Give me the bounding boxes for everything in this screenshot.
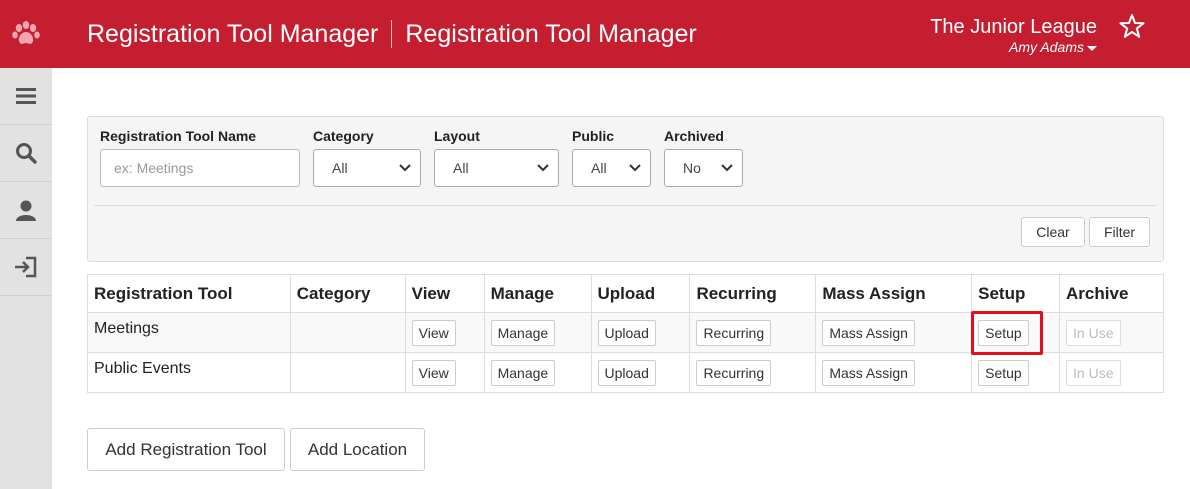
archive-in-use-button: In Use (1066, 359, 1121, 386)
table-row: Public Events View Manage Upload Recurri… (87, 352, 1164, 393)
column-header: Registration Tool (87, 274, 291, 313)
public-filter-label: Public (572, 128, 615, 144)
upload-button[interactable]: Upload (597, 359, 656, 386)
column-header: Setup (971, 274, 1061, 313)
column-header: Category (289, 274, 406, 313)
title-divider (391, 20, 393, 48)
user-menu[interactable]: Amy Adams (930, 39, 1097, 55)
mass-assign-button[interactable]: Mass Assign (822, 319, 915, 346)
category-select[interactable]: All (313, 149, 421, 187)
tool-name-cell: Public Events (87, 352, 291, 393)
column-header: Archive (1059, 274, 1164, 313)
name-filter-input[interactable]: ex: Meetings (100, 149, 300, 187)
menu-icon (16, 88, 36, 104)
chevron-down-icon (721, 164, 733, 172)
chevron-down-icon (629, 164, 641, 172)
view-button[interactable]: View (411, 359, 456, 386)
add-location-button[interactable]: Add Location (290, 428, 425, 471)
manage-button[interactable]: Manage (490, 319, 556, 346)
clear-button[interactable]: Clear (1021, 217, 1085, 247)
column-header: Manage (483, 274, 592, 313)
name-filter-placeholder: ex: Meetings (114, 160, 194, 176)
archived-select[interactable]: No (664, 149, 743, 187)
page-title: Registration Tool Manager (87, 19, 379, 48)
table-row: Meetings View Manage Upload Recurring Ma… (87, 312, 1164, 353)
category-filter-label: Category (313, 128, 374, 144)
archived-select-value: No (683, 160, 701, 176)
name-filter-label: Registration Tool Name (100, 128, 257, 144)
category-cell (289, 352, 406, 393)
search-icon (16, 143, 37, 164)
logout-icon (15, 256, 37, 278)
page-subtitle: Registration Tool Manager (405, 19, 697, 48)
filter-button[interactable]: Filter (1089, 217, 1150, 247)
sidebar-item-search[interactable] (0, 125, 52, 182)
mass-assign-button[interactable]: Mass Assign (822, 359, 915, 386)
column-header: View (404, 274, 485, 313)
column-header: Upload (590, 274, 691, 313)
public-select-value: All (591, 160, 607, 176)
column-header: Mass Assign (815, 274, 973, 313)
setup-button[interactable]: Setup (978, 359, 1029, 386)
layout-select[interactable]: All (434, 149, 559, 187)
column-header: Recurring (689, 274, 817, 313)
sidebar-item-menu[interactable] (0, 68, 52, 125)
layout-filter-label: Layout (434, 128, 480, 144)
archive-in-use-button: In Use (1066, 319, 1121, 346)
recurring-button[interactable]: Recurring (696, 359, 772, 386)
category-select-value: All (332, 160, 348, 176)
setup-button[interactable]: Setup (978, 319, 1029, 346)
category-cell (289, 312, 406, 353)
add-registration-tool-button[interactable]: Add Registration Tool (87, 428, 285, 471)
archived-filter-label: Archived (664, 128, 724, 144)
user-name: Amy Adams (1009, 39, 1084, 55)
top-header: Registration Tool Manager Registration T… (0, 0, 1190, 68)
public-select[interactable]: All (572, 149, 651, 187)
chevron-down-icon (399, 164, 411, 172)
star-icon[interactable] (1119, 13, 1145, 44)
registration-tools-table: Registration Tool Category View Manage U… (87, 274, 1164, 393)
view-button[interactable]: View (411, 319, 456, 346)
table-header-row: Registration Tool Category View Manage U… (87, 274, 1164, 313)
sidebar-item-logout[interactable] (0, 239, 52, 296)
caret-down-icon (1087, 45, 1097, 51)
manage-button[interactable]: Manage (490, 359, 556, 386)
filter-panel: Registration Tool Name ex: Meetings Cate… (87, 116, 1164, 262)
filter-divider (94, 205, 1157, 206)
user-icon (16, 200, 36, 221)
paw-logo-icon[interactable] (0, 0, 52, 68)
layout-select-value: All (453, 160, 469, 176)
org-name: The Junior League (930, 16, 1097, 38)
left-sidebar (0, 68, 52, 489)
org-info: The Junior League Amy Adams (930, 15, 1097, 55)
recurring-button[interactable]: Recurring (696, 319, 772, 346)
upload-button[interactable]: Upload (597, 319, 656, 346)
chevron-down-icon (537, 164, 549, 172)
tool-name-cell: Meetings (87, 312, 291, 353)
sidebar-item-profile[interactable] (0, 182, 52, 239)
